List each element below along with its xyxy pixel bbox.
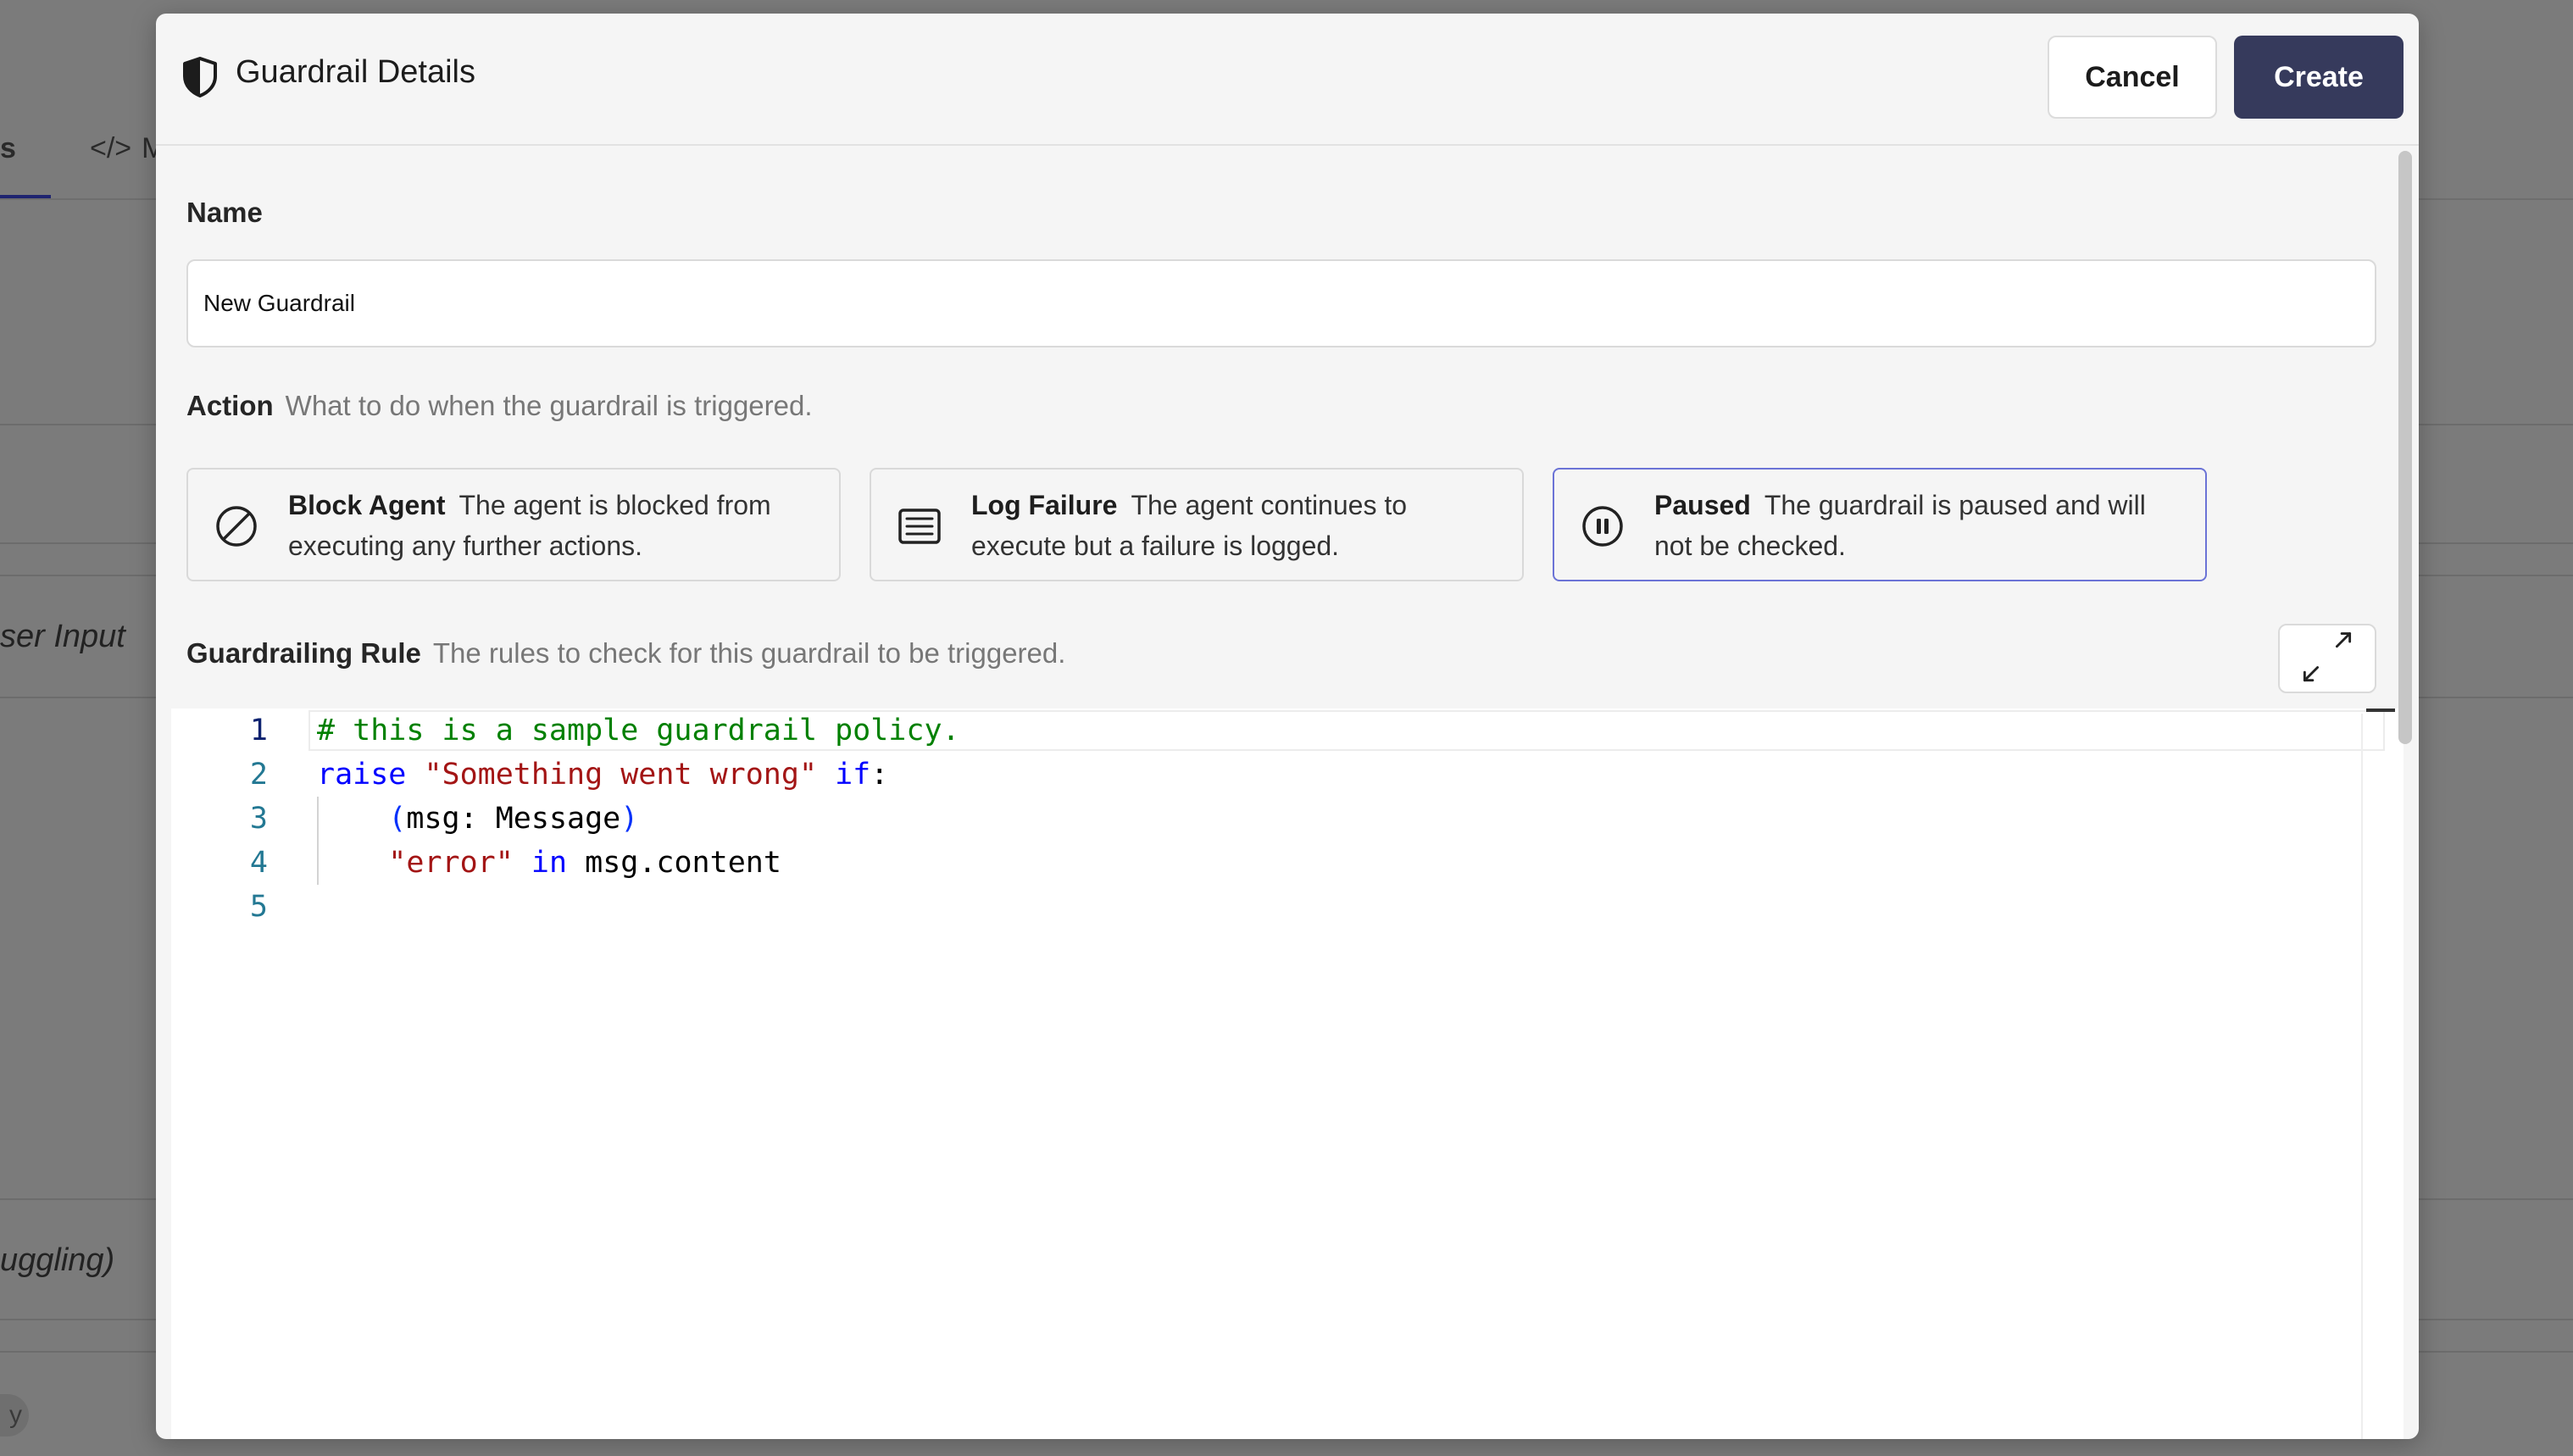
expand-editor-button[interactable] — [2278, 624, 2376, 693]
code-token: ) — [620, 802, 639, 836]
line-number: 1 — [249, 714, 268, 747]
code-token: "error" — [388, 846, 514, 880]
rule-label-text: Guardrailing Rule — [186, 637, 421, 669]
code-token: if — [835, 758, 871, 792]
rule-hint: The rules to check for this guardrail to… — [432, 637, 1066, 669]
line-number: 3 — [249, 802, 268, 836]
code-token: # this is a sample guardrail policy. — [317, 714, 960, 747]
guardrail-details-modal: Guardrail Details Cancel Create Name Act… — [156, 14, 2419, 1439]
rule-label: Guardrailing Rule The rules to check for … — [186, 637, 1065, 670]
action-option-text: Log Failure The agent continues to execut… — [971, 485, 1497, 566]
modal-header: Guardrail Details Cancel Create — [156, 14, 2419, 146]
modal-scrollbar[interactable] — [2398, 151, 2412, 744]
code-text: "error" in msg.content — [317, 841, 781, 885]
code-token: "Something went wrong" — [424, 758, 818, 792]
code-token: in — [531, 846, 568, 880]
background-tab-partial: s — [0, 132, 16, 164]
code-token: ( — [388, 802, 407, 836]
code-text: # this is a sample guardrail policy. — [317, 709, 960, 753]
code-text: raise "Something went wrong" if: — [317, 753, 888, 797]
line-number: 5 — [249, 890, 268, 924]
background-tab-underline — [0, 195, 51, 198]
code-token: msg: Message — [406, 802, 621, 836]
code-token: raise — [317, 758, 407, 792]
action-option-text: Paused The guardrail is paused and will n… — [1654, 485, 2180, 566]
action-option-log-failure[interactable]: Log Failure The agent continues to execut… — [870, 468, 1524, 581]
name-label: Name — [186, 197, 263, 228]
action-option-title: Paused — [1654, 490, 1751, 520]
code-line[interactable]: 3 (msg: Message) — [171, 797, 2358, 841]
editor-overview-marker — [2366, 709, 2395, 712]
action-label: Action What to do when the guardrail is t… — [186, 390, 813, 422]
line-number: 2 — [249, 758, 268, 792]
code-icon: </> — [90, 132, 132, 164]
code-line[interactable]: 4 "error" in msg.content — [171, 841, 2358, 885]
list-icon — [898, 508, 941, 544]
code-line[interactable]: 2 raise "Something went wrong" if: — [171, 753, 2358, 797]
shield-icon — [183, 57, 217, 97]
expand-icon — [2303, 632, 2352, 682]
code-editor[interactable]: 1 # this is a sample guardrail policy. 2 ra… — [171, 709, 2404, 1439]
name-input[interactable] — [186, 259, 2376, 347]
action-hint: What to do when the guardrail is trigger… — [285, 390, 813, 421]
background-pill: y — [0, 1394, 29, 1437]
action-option-block-agent[interactable]: Block Agent The agent is blocked from exe… — [186, 468, 841, 581]
action-option-text: Block Agent The agent is blocked from exe… — [288, 485, 814, 566]
pause-icon — [1582, 506, 1623, 547]
cancel-button[interactable]: Cancel — [2048, 36, 2217, 119]
modal-title: Guardrail Details — [236, 54, 475, 90]
code-line[interactable]: 1 # this is a sample guardrail policy. — [171, 709, 2358, 753]
editor-scrollbar-track[interactable] — [2361, 714, 2363, 1439]
block-icon — [216, 506, 257, 547]
code-token: : — [870, 758, 889, 792]
action-option-title: Block Agent — [288, 490, 446, 520]
background-row-text: ser Input — [0, 619, 125, 654]
action-label-text: Action — [186, 390, 274, 421]
action-option-paused[interactable]: Paused The guardrail is paused and will n… — [1553, 468, 2207, 581]
create-button[interactable]: Create — [2234, 36, 2404, 119]
code-text: (msg: Message) — [317, 797, 638, 841]
code-token: msg.content — [567, 846, 781, 880]
background-row-text: uggling) — [0, 1242, 115, 1278]
code-line[interactable]: 5 — [171, 885, 2358, 929]
action-option-title: Log Failure — [971, 490, 1118, 520]
background-tab-code: </> M — [90, 132, 166, 164]
line-number: 4 — [249, 846, 268, 880]
